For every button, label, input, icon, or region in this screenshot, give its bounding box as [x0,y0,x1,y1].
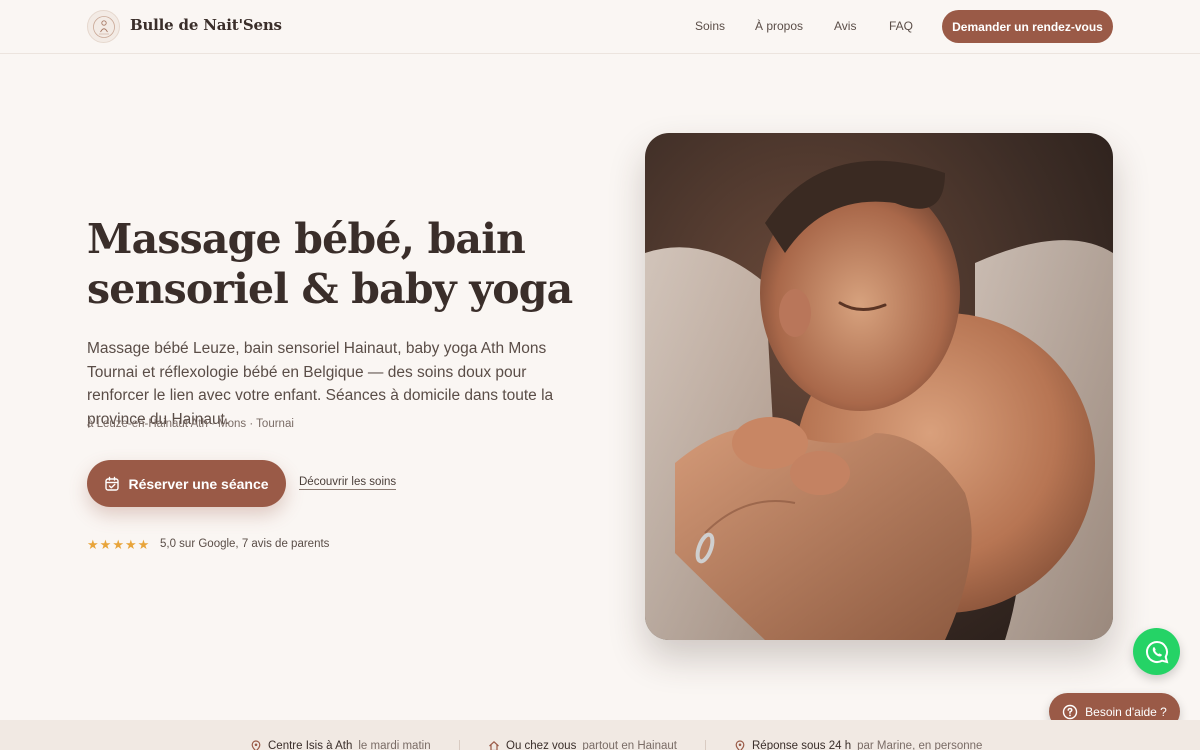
hero-photo-baby [645,133,1113,640]
strip-item-sub: le mardi matin [358,740,431,750]
strip-item-sub: par Marine, en personne [857,740,983,750]
strip-item-home: Ou chez vous partout en Hainaut [488,740,677,750]
question-circle-icon [1062,704,1078,719]
nav-faq[interactable]: FAQ [889,19,913,33]
strip-divider [705,740,706,750]
logo-emblem-icon [92,15,115,38]
strip-divider [459,740,460,750]
whatsapp-icon [1145,640,1168,663]
strip-item-title: Centre Isis à Ath [268,740,353,750]
book-session-label: Réserver une séance [128,475,269,492]
google-rating-text: 5,0 sur Google, 7 avis de parents [160,538,330,550]
star-icon: ★ [124,537,137,552]
nav-avis[interactable]: Avis [834,19,856,33]
star-icon: ★ [137,537,150,552]
whatsapp-button[interactable] [1133,628,1180,675]
map-pin-icon [735,740,745,750]
star-icon: ★ [112,537,124,552]
star-icon: ★ [87,537,99,552]
strip-item-sub: partout en Hainaut [582,740,677,750]
site-header: Bulle de Nait'Sens Soins À propos Avis F… [0,0,1200,54]
brand-name[interactable]: Bulle de Nait'Sens [130,16,282,34]
star-icon: ★ [99,537,112,552]
home-icon [489,741,499,750]
hero-title: Massage bébé, bain sensoriel & baby yoga [87,215,573,313]
nav-a-propos[interactable]: À propos [755,19,803,33]
hero-description: Massage bébé Leuze, bain sensoriel Haina… [87,340,554,428]
info-strip: Centre Isis à Ath le mardi matin Ou chez… [0,720,1200,750]
book-session-button[interactable]: Réserver une séance [87,460,286,507]
strip-item-response: Réponse sous 24 h par Marine, en personn… [734,740,982,750]
strip-item-centre-isis: Centre Isis à Ath le mardi matin [250,740,431,750]
map-pin-icon [251,740,261,750]
help-label: Besoin d'aide ? [1085,704,1167,719]
rating-stars: ★ ★ ★ ★ ★ [87,538,149,552]
brand-logo[interactable] [87,10,120,43]
discover-services-link[interactable]: Découvrir les soins [299,476,397,490]
strip-item-title: Réponse sous 24 h [752,740,852,750]
nav-soins[interactable]: Soins [695,19,725,33]
hero-locations: à Leuze-en-Hainaut Ath · Mons · Tournai [87,418,294,430]
request-appointment-button[interactable]: Demander un rendez-vous [942,10,1113,43]
calendar-check-icon [105,476,120,491]
strip-item-title: Ou chez vous [506,740,577,750]
newborn-photo-image [645,133,1113,640]
